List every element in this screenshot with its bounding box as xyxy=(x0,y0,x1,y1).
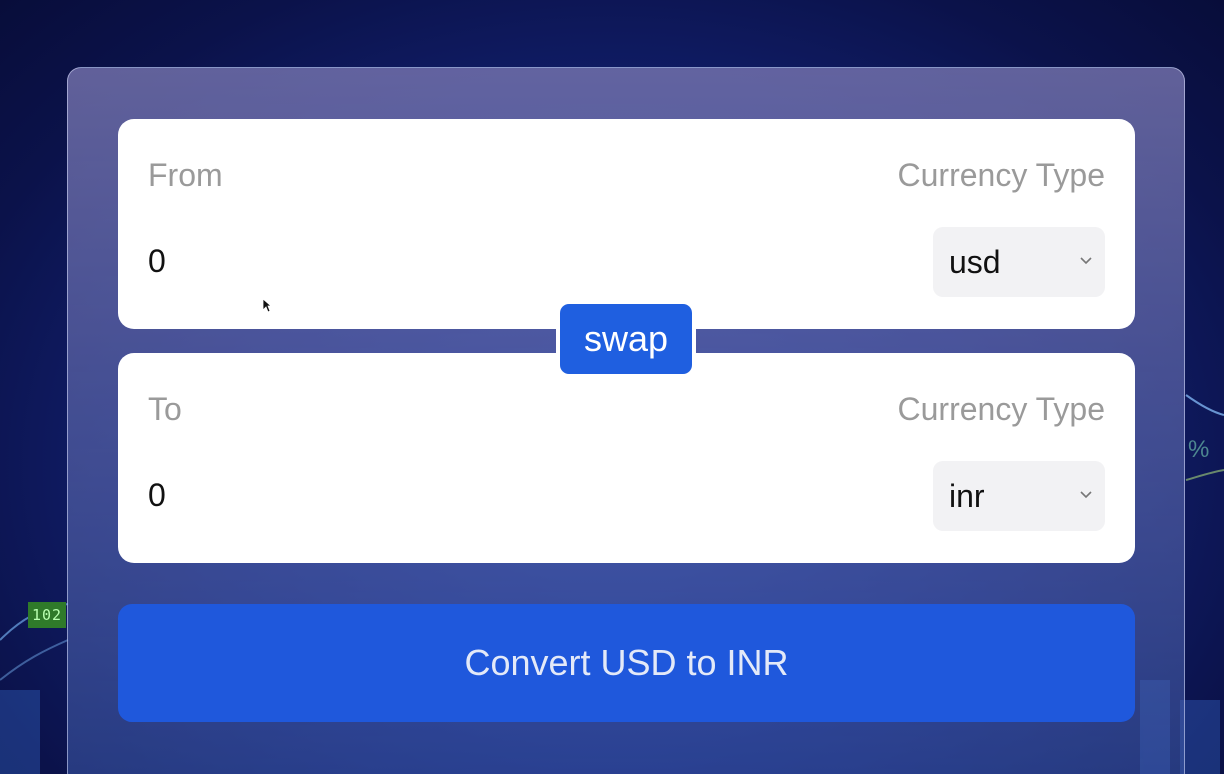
from-currency-type-label: Currency Type xyxy=(897,157,1106,193)
from-amount-input[interactable] xyxy=(148,237,748,285)
to-currency-type-label: Currency Type xyxy=(897,391,1106,427)
convert-button[interactable]: Convert USD to INR xyxy=(118,604,1135,722)
from-currency-select[interactable]: usd xyxy=(933,227,1105,297)
from-label: From xyxy=(148,157,223,193)
to-card: To Currency Type inr xyxy=(118,353,1135,563)
from-currency-value: usd xyxy=(949,244,1001,280)
chevron-down-icon xyxy=(1080,491,1092,499)
background-badge: 102 xyxy=(28,602,67,628)
to-label: To xyxy=(148,391,182,427)
to-amount-input[interactable] xyxy=(148,471,748,519)
mouse-cursor-icon xyxy=(262,298,272,313)
swap-button-frame: swap xyxy=(556,300,696,378)
chevron-down-icon xyxy=(1080,257,1092,265)
to-currency-select[interactable]: inr xyxy=(933,461,1105,531)
background-percent: % xyxy=(1188,436,1210,463)
swap-button[interactable]: swap xyxy=(560,304,692,374)
to-currency-value: inr xyxy=(949,478,985,514)
